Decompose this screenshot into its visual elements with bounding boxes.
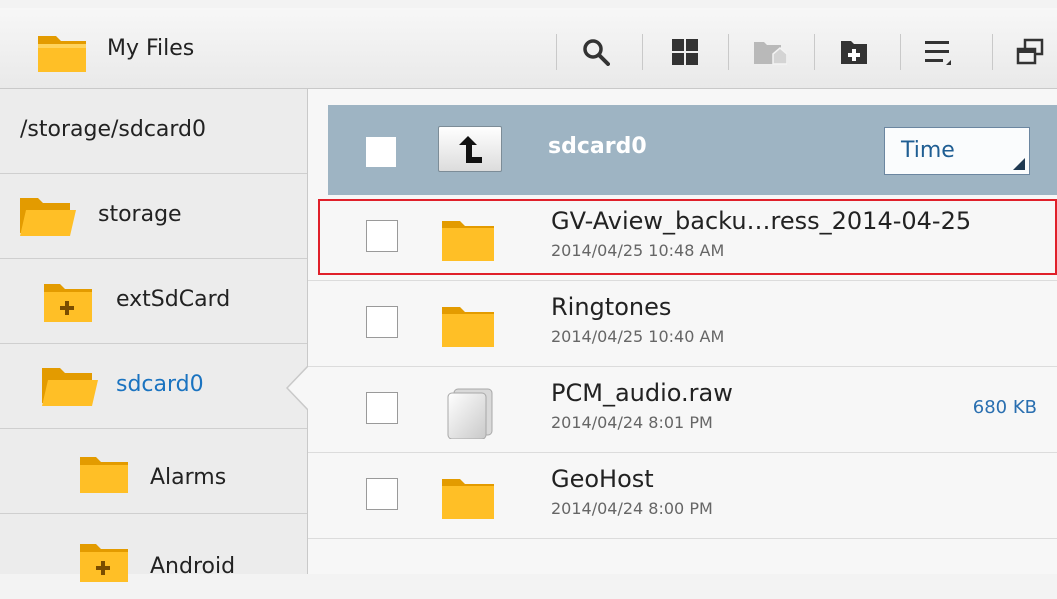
folder-plus-icon (78, 542, 130, 588)
file-date: 2014/04/24 8:00 PM (551, 499, 713, 518)
folder-icon (440, 215, 496, 263)
sidebar-item-alarms[interactable]: Alarms (0, 429, 307, 514)
selection-pointer (285, 365, 309, 411)
file-row[interactable]: Ringtones 2014/04/25 10:40 AM (308, 281, 1057, 367)
toolbar-divider (814, 34, 815, 70)
sidebar-item-label: Alarms (150, 465, 227, 490)
sort-dropdown[interactable]: Time (884, 127, 1030, 175)
new-folder-icon[interactable] (840, 38, 868, 66)
file-name: GV-Aview_backu…ress_2014-04-25 (551, 207, 972, 235)
file-date: 2014/04/25 10:48 AM (551, 241, 725, 260)
folder-tree-sidebar: /storage/sdcard0 storage extSdCard sdcar… (0, 89, 307, 582)
toolbar-divider (556, 34, 557, 70)
file-date: 2014/04/25 10:40 AM (551, 327, 725, 346)
file-date: 2014/04/24 8:01 PM (551, 413, 713, 432)
app-title[interactable]: My Files (107, 36, 194, 61)
sidebar-item-android[interactable]: Android (0, 514, 307, 599)
current-path-row: /storage/sdcard0 (0, 89, 307, 174)
up-arrow-icon (459, 136, 482, 163)
top-action-bar: My Files (0, 8, 1057, 89)
folder-icon (440, 473, 496, 521)
file-name: GeoHost (551, 465, 654, 493)
folder-header-bar: sdcard0 Time (328, 105, 1057, 195)
window-icon[interactable] (1016, 38, 1044, 66)
sidebar-item-label: storage (98, 202, 182, 227)
search-icon[interactable] (582, 38, 610, 66)
grid-view-icon[interactable] (671, 38, 699, 66)
sidebar-item-label: Android (150, 554, 236, 579)
toolbar-divider (728, 34, 729, 70)
file-list-panel: sdcard0 Time GV-Aview_backu…ress_2014-04… (308, 89, 1057, 574)
toolbar-divider (992, 34, 993, 70)
file-row[interactable]: GeoHost 2014/04/24 8:00 PM (308, 453, 1057, 539)
sidebar-item-extsdcard[interactable]: extSdCard (0, 259, 307, 344)
folder-open-icon (40, 364, 100, 412)
row-checkbox[interactable] (366, 478, 398, 510)
toolbar-divider (900, 34, 901, 70)
select-all-checkbox[interactable] (366, 137, 396, 167)
sidebar-item-sdcard0[interactable]: sdcard0 (0, 344, 307, 429)
current-path: /storage/sdcard0 (20, 117, 207, 142)
folder-plus-icon (42, 282, 94, 328)
folder-app-icon[interactable] (36, 30, 88, 74)
sidebar-item-label: extSdCard (116, 287, 231, 312)
file-size: 680 KB (972, 397, 1037, 418)
toolbar-divider (642, 34, 643, 70)
current-folder-name: sdcard0 (548, 134, 647, 159)
dropdown-caret-icon (1013, 158, 1025, 170)
home-folder-icon[interactable] (753, 38, 787, 66)
folder-icon (78, 455, 130, 499)
file-row[interactable]: GV-Aview_backu…ress_2014-04-25 2014/04/2… (308, 195, 1057, 281)
sidebar-item-storage[interactable]: storage (0, 174, 307, 259)
sort-selected-value: Time (901, 138, 955, 163)
folder-open-icon (18, 194, 78, 242)
sidebar-item-label: sdcard0 (116, 372, 204, 397)
folder-icon (440, 301, 496, 349)
generic-file-icon (440, 387, 496, 440)
up-folder-button[interactable] (438, 126, 502, 172)
row-checkbox[interactable] (366, 220, 398, 252)
file-row[interactable]: PCM_audio.raw 2014/04/24 8:01 PM 680 KB (308, 367, 1057, 453)
file-name: Ringtones (551, 293, 672, 321)
row-checkbox[interactable] (366, 392, 398, 424)
sort-list-icon[interactable] (924, 38, 952, 66)
row-checkbox[interactable] (366, 306, 398, 338)
file-name: PCM_audio.raw (551, 379, 733, 407)
